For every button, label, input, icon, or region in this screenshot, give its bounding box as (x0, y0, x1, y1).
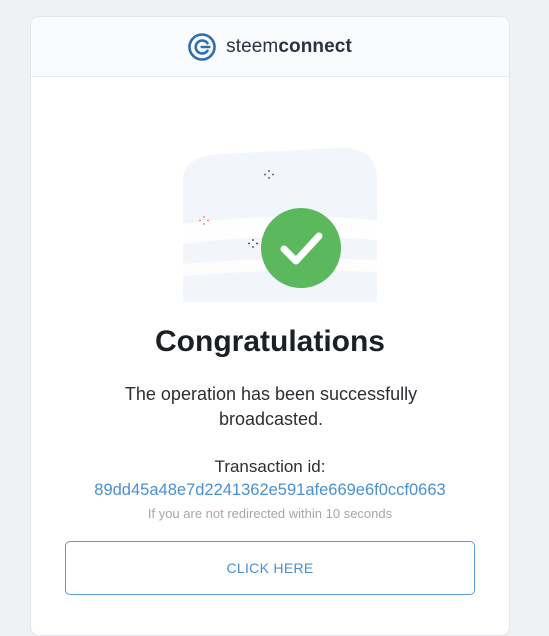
card-header: steemconnect (31, 17, 509, 77)
check-circle-icon (261, 208, 341, 288)
status-message: The operation has been successfully broa… (124, 384, 418, 429)
transaction-id-label: Transaction id: (214, 457, 326, 476)
success-illustration (161, 142, 381, 302)
page-title: Congratulations (155, 325, 385, 358)
brand-name-light: steem (226, 35, 279, 57)
steemconnect-logo: steemconnect (188, 32, 352, 61)
success-card: steemconnect Congratulations The operati… (30, 16, 510, 636)
brand-name-bold: connect (278, 35, 352, 57)
steemconnect-logo-icon (188, 32, 216, 61)
redirect-note: If you are not redirected within 10 seco… (147, 506, 393, 521)
click-here-button[interactable]: CLICK HERE (65, 541, 475, 595)
transaction-id-link[interactable]: 89dd45a48e7d2241362e591afe669e6f0ccf0663 (31, 481, 509, 500)
success-illustration-graphic (183, 147, 377, 302)
brand-name: steemconnect (226, 36, 352, 58)
